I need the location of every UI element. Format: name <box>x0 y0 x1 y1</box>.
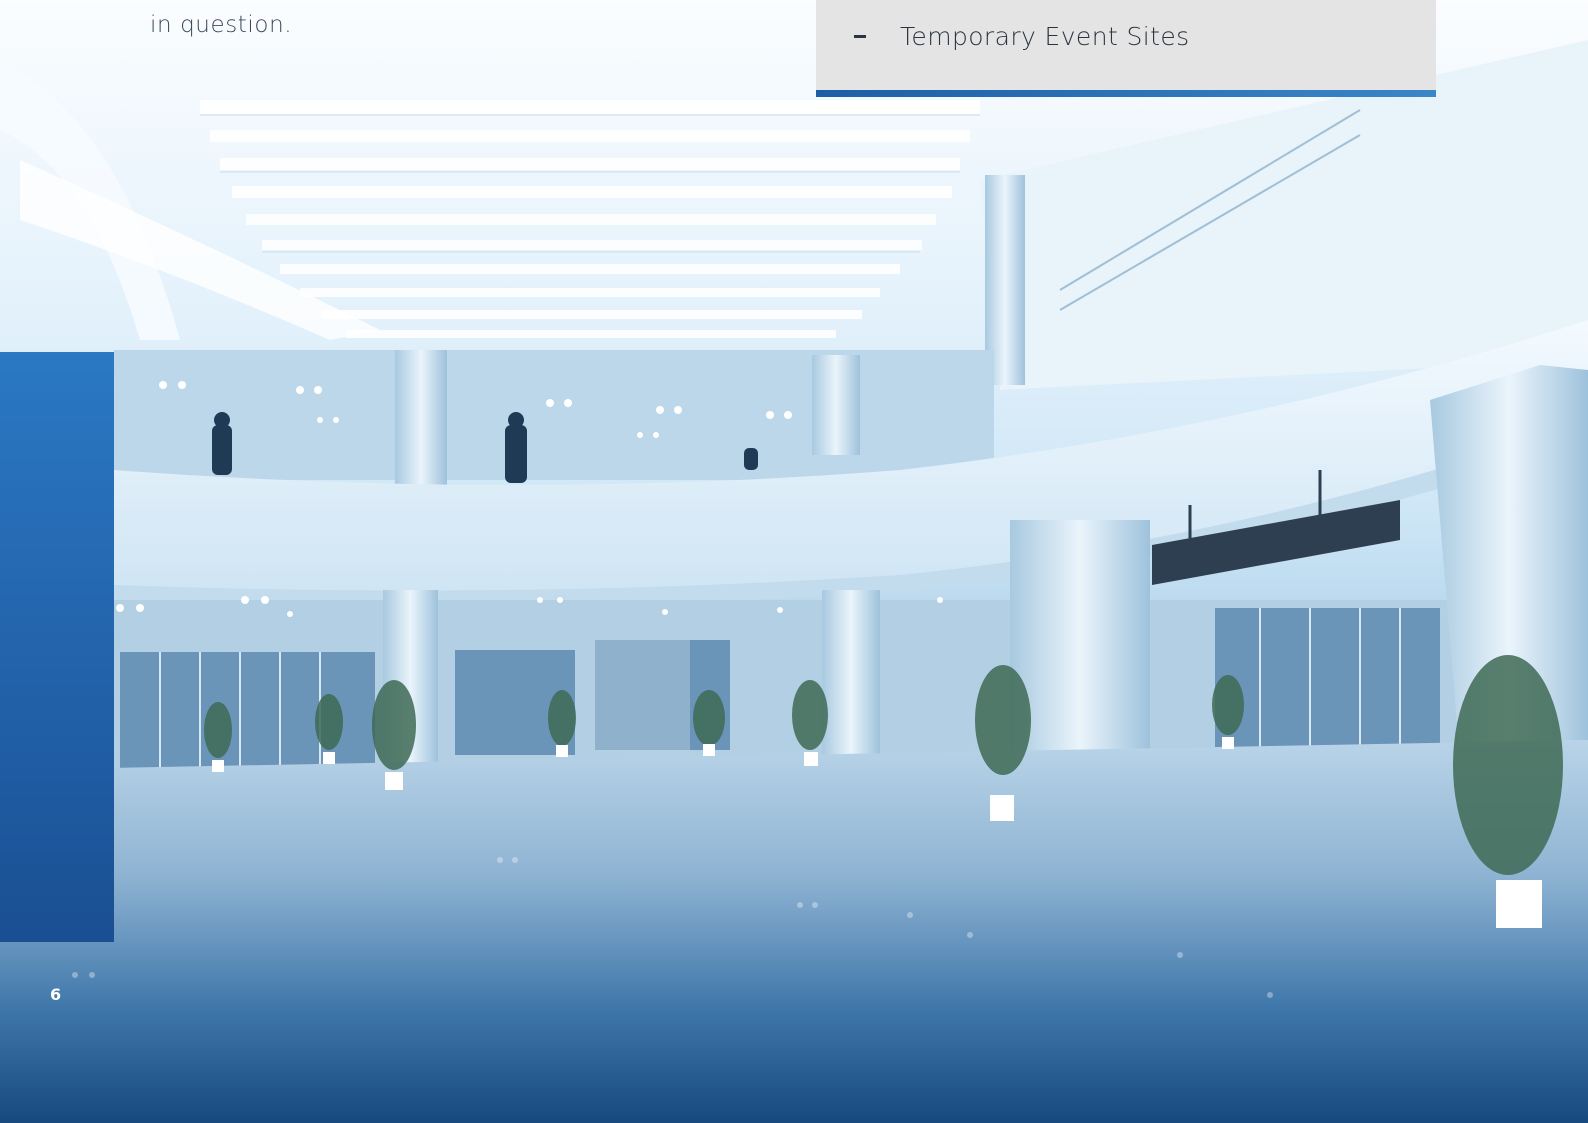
list-box: Temporary Event Sites <box>816 0 1436 97</box>
atrium-illustration <box>0 40 1588 1123</box>
page-number: 6 <box>50 985 62 1004</box>
list-item-label: Temporary Event Sites <box>900 22 1190 51</box>
intro-text: in question. <box>150 12 293 38</box>
dash-bullet-icon <box>854 35 866 38</box>
side-accent-bar <box>0 352 114 942</box>
box-underline <box>816 90 1436 97</box>
list-item: Temporary Event Sites <box>854 22 1190 51</box>
atrium-photo <box>0 0 1588 1123</box>
